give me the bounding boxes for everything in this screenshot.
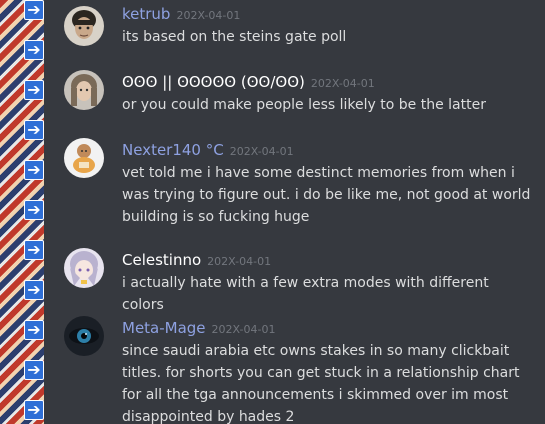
timestamp: 202X-04-01	[211, 323, 276, 336]
timestamp: 202X-04-01	[310, 77, 375, 90]
arrow-right-icon: ➔	[24, 280, 44, 300]
timestamp: 202X-04-01	[229, 145, 294, 158]
avatar-eye-icon	[64, 316, 104, 356]
timestamp: 202X-04-01	[176, 9, 241, 22]
avatar[interactable]	[64, 6, 104, 46]
message-content: its based on the steins gate poll	[122, 29, 347, 45]
avatar[interactable]	[64, 70, 104, 110]
message: Nexter140 °C 202X-04-01 vet told me i hav…	[44, 136, 545, 234]
message: ʘʘʘ || ʘʘʘʘʘ (ʘʘ/ʘʘ) 202X-04-01 or you co…	[44, 68, 545, 122]
timestamp: 202X-04-01	[207, 255, 272, 268]
username[interactable]: ketrub	[122, 5, 170, 23]
avatar-face-icon	[64, 6, 104, 46]
arrow-right-icon: ➔	[24, 400, 44, 420]
avatar[interactable]	[64, 138, 104, 178]
message-content: since saudi arabia etc owns stakes in so…	[122, 343, 520, 424]
avatar-face-icon	[64, 138, 104, 178]
arrow-right-icon: ➔	[24, 160, 44, 180]
username[interactable]: Meta-Mage	[122, 319, 206, 337]
avatar[interactable]	[64, 316, 104, 356]
message: ketrub 202X-04-01 its based on the steins…	[44, 0, 545, 60]
avatar[interactable]	[64, 248, 104, 288]
message-list: ketrub 202X-04-01 its based on the steins…	[44, 0, 545, 424]
arrow-right-icon: ➔	[24, 360, 44, 380]
arrow-right-icon: ➔	[24, 240, 44, 260]
arrow-right-icon: ➔	[24, 320, 44, 340]
message: Celestinno 202X-04-01 i actually hate wit…	[44, 246, 545, 313]
arrow-right-icon: ➔	[24, 120, 44, 140]
username[interactable]: ʘʘʘ || ʘʘʘʘʘ (ʘʘ/ʘʘ)	[122, 73, 305, 91]
message: Meta-Mage 202X-04-01 since saudi arabia e…	[44, 314, 545, 424]
username[interactable]: Celestinno	[122, 251, 201, 269]
username[interactable]: Nexter140 °C	[122, 141, 224, 159]
avatar-face-icon	[64, 248, 104, 288]
avatar-face-icon	[64, 70, 104, 110]
message-content: or you could make people less likely to …	[122, 97, 486, 113]
arrow-right-icon: ➔	[24, 0, 44, 20]
message-content: vet told me i have some destinct memorie…	[122, 165, 531, 225]
arrow-right-icon: ➔	[24, 40, 44, 60]
arrow-right-icon: ➔	[24, 200, 44, 220]
server-banner-strip: ➔ ➔ ➔ ➔ ➔ ➔ ➔ ➔ ➔ ➔ ➔	[0, 0, 44, 424]
arrow-right-icon: ➔	[24, 80, 44, 100]
message-content: i actually hate with a few extra modes w…	[122, 275, 489, 313]
